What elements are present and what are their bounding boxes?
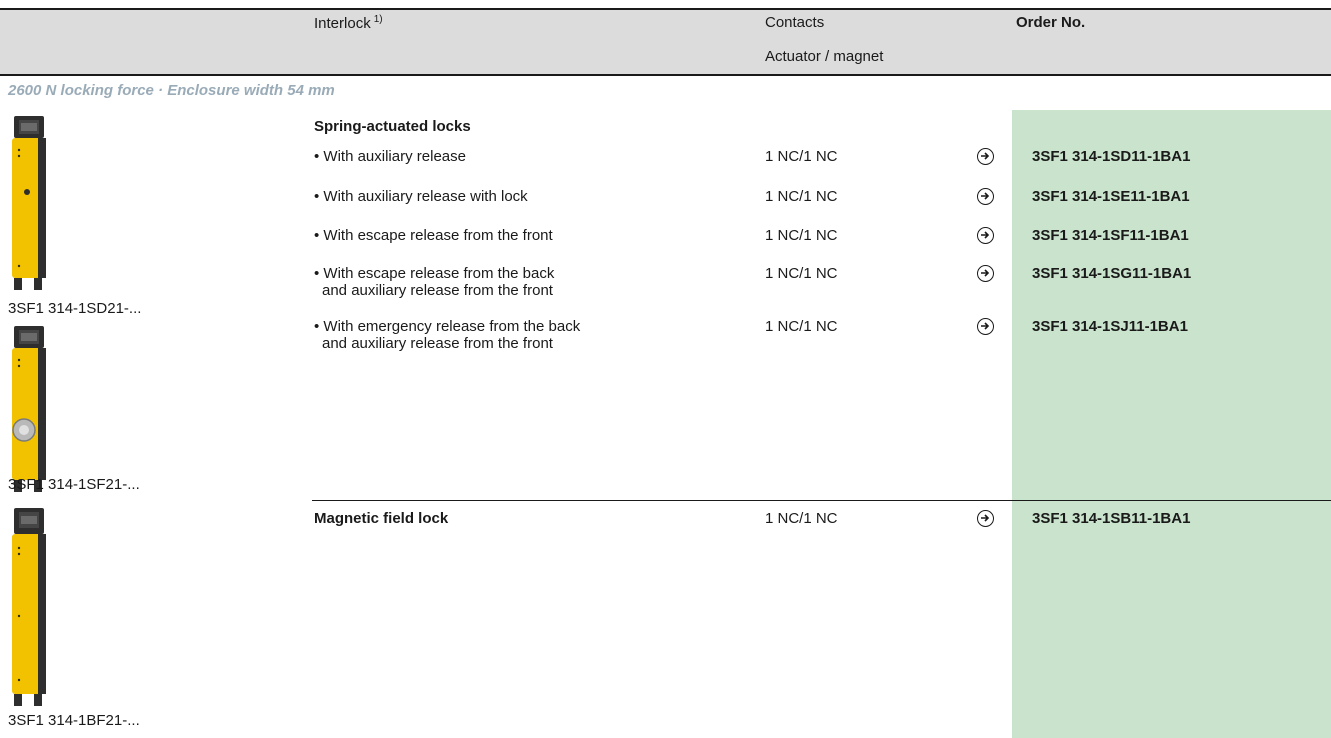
arrow-right-circle-icon — [977, 227, 994, 244]
row-description-line: • With escape release from the back — [314, 265, 555, 282]
row-description: • With auxiliary release — [314, 148, 466, 165]
row-contacts: 1 NC/1 NC — [765, 318, 838, 335]
row-description-line: • With auxiliary release — [314, 148, 466, 165]
row-description-line: and auxiliary release from the front — [322, 282, 553, 299]
order-number: 3SF1 314-1SJ11-1BA1 — [1032, 318, 1188, 335]
safety-switch-image — [12, 326, 46, 492]
row-description: • With escape release from the back and … — [314, 265, 554, 299]
row-description-line: and auxiliary release from the front — [322, 335, 553, 352]
section-title: 2600 N locking force · Enclosure width 5… — [8, 82, 335, 99]
image-caption: 3SF1 314-1BF21-... — [8, 712, 140, 729]
order-number: 3SF1 314-1SG11-1BA1 — [1032, 265, 1192, 282]
header-bottom-rule — [0, 74, 1331, 76]
order-number: 3SF1 314-1SB11-1BA1 — [1032, 510, 1191, 527]
group-title-magnetic: Magnetic field lock — [314, 510, 449, 527]
group-title-spring: Spring-actuated locks — [314, 118, 471, 135]
arrow-right-circle-icon — [977, 188, 994, 205]
row-description: • With emergency release from the back a… — [314, 318, 580, 352]
arrow-right-circle-icon — [977, 318, 994, 335]
row-contacts: 1 NC/1 NC — [765, 188, 838, 205]
group-separator — [312, 500, 1331, 501]
image-caption: 3SF1 314-1SD21-... — [8, 300, 142, 317]
footnote-ref: 1) — [373, 14, 383, 25]
row-contacts: 1 NC/1 NC — [765, 510, 838, 527]
table-header — [0, 10, 1331, 74]
safety-switch-image — [12, 116, 46, 290]
row-description-line: • With auxiliary release with lock — [314, 188, 528, 205]
arrow-right-circle-icon — [977, 265, 994, 282]
header-order-no: Order No. — [1016, 14, 1086, 31]
row-description-line: • With emergency release from the back — [314, 318, 581, 335]
header-interlock-label: Interlock — [314, 15, 371, 32]
row-contacts: 1 NC/1 NC — [765, 148, 838, 165]
row-description: • With auxiliary release with lock — [314, 188, 528, 205]
order-number: 3SF1 314-1SD11-1BA1 — [1032, 148, 1191, 165]
header-top-rule — [0, 8, 1331, 10]
image-caption: 3SF1 314-1SF21-... — [8, 476, 140, 493]
row-description-line: • With escape release from the front — [314, 227, 553, 244]
order-number: 3SF1 314-1SE11-1BA1 — [1032, 188, 1190, 205]
arrow-right-circle-icon — [977, 148, 994, 165]
row-contacts: 1 NC/1 NC — [765, 265, 838, 282]
header-contacts: Contacts — [765, 14, 825, 31]
safety-switch-image — [12, 508, 46, 706]
order-number: 3SF1 314-1SF11-1BA1 — [1032, 227, 1189, 244]
row-contacts: 1 NC/1 NC — [765, 227, 838, 244]
header-interlock: Interlock 1) — [314, 14, 383, 32]
header-actuator: Actuator / magnet — [765, 48, 884, 65]
arrow-right-circle-icon — [977, 510, 994, 527]
row-description: • With escape release from the front — [314, 227, 553, 244]
